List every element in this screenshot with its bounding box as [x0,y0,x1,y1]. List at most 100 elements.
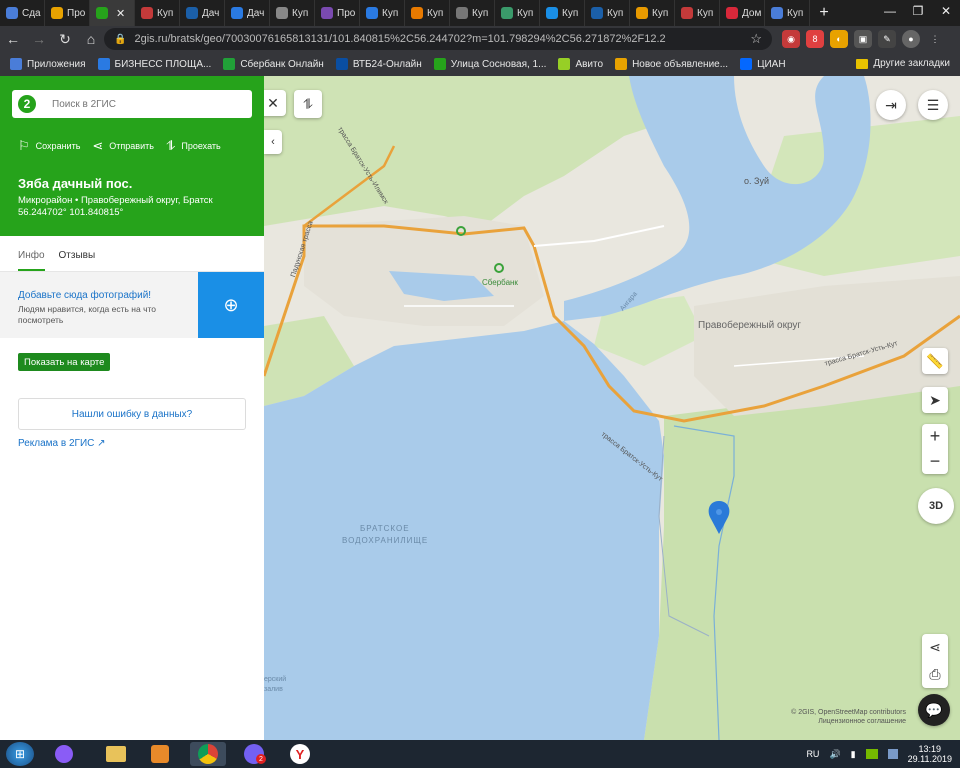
send-button[interactable]: ⋖ Отправить [92,138,154,154]
nvidia-icon[interactable] [865,749,878,759]
browser-tab[interactable]: ✕ [90,0,135,26]
search-input[interactable] [52,98,222,110]
license-link[interactable]: Лицензионное соглашение [791,717,906,726]
back-button[interactable]: ← [0,26,26,52]
bookmark-item[interactable]: Новое объявление... [615,58,728,70]
show-on-map-button[interactable]: Показать на карте [18,353,111,371]
my-location-button[interactable]: ➤ [922,387,948,413]
map-view[interactable]: о. Зуй Правобережный округ Сбербанк БРАТ… [264,76,960,740]
search-box[interactable]: 2 [12,90,252,118]
browser-tab[interactable]: Дом [720,0,765,26]
chat-button[interactable]: 💬 [918,694,950,726]
extension-icon[interactable]: ▣ [854,30,872,48]
bookmark-item[interactable]: Приложения [10,58,86,70]
browser-tab[interactable]: Куп [450,0,495,26]
browser-tab[interactable]: Куп [270,0,315,26]
close-tab-icon[interactable]: ✕ [116,7,125,20]
bookmark-star-icon[interactable]: ☆ [750,31,762,47]
share-icon[interactable]: ⋖ [929,634,941,661]
advertising-link[interactable]: Реклама в 2ГИС ↗ [18,438,106,449]
report-error-button[interactable]: Нашли ошибку в данных? [18,398,246,430]
bookmark-item[interactable]: Авито [558,58,603,70]
browser-tab[interactable]: Куп [585,0,630,26]
bookmark-item[interactable]: БИЗНЕСС ПЛОЩА... [97,58,211,70]
browser-tab[interactable]: Про [315,0,360,26]
browser-tab[interactable]: Куп [135,0,180,26]
alice-assistant-icon[interactable] [46,742,82,766]
browser-tab[interactable]: Куп [405,0,450,26]
3d-toggle-button[interactable]: 3D [918,488,954,524]
chrome-icon[interactable] [190,742,226,766]
extension-icon[interactable]: ◉ [782,30,800,48]
language-indicator[interactable]: RU [806,749,819,759]
reload-button[interactable]: ↻ [52,26,78,52]
2gis-logo[interactable]: 2 [18,95,36,113]
zoom-in-button[interactable]: + [930,424,941,449]
close-window-button[interactable]: ✕ [932,0,960,22]
browser-tab[interactable]: Куп [540,0,585,26]
add-photo-link[interactable]: Добавьте сюда фотографий! [18,290,151,301]
route-mode-button[interactable]: ⥮ [294,90,322,118]
ruler-button[interactable]: 📏 [922,348,948,374]
close-panel-button[interactable]: ✕ [264,90,286,116]
address-bar[interactable]: 🔒 2gis.ru/bratsk/geo/70030076165813131/1… [104,28,772,50]
route-button[interactable]: ⥮ Проехать [166,138,221,154]
bookmark-item[interactable]: ЦИАН [740,58,786,70]
tab-label: Куп [292,7,309,19]
new-tab-button[interactable]: + [810,0,838,26]
print-icon[interactable]: ⎙ [929,661,940,688]
forward-button[interactable]: → [26,26,52,52]
home-button[interactable]: ⌂ [78,26,104,52]
clock[interactable]: 13:19 29.11.2019 [908,744,952,764]
main-menu-button[interactable]: ☰ [918,90,948,120]
tab-info[interactable]: Инфо [18,250,45,271]
favicon-icon [546,7,558,19]
extension-icon[interactable]: ◐ [830,30,848,48]
login-button[interactable]: ⇥ [876,90,906,120]
favicon-icon [366,7,378,19]
browser-tab[interactable]: Куп [675,0,720,26]
route-icon: ⥮ [165,138,176,153]
favicon-icon [411,7,423,19]
place-panel: 2 ⚐ Сохранить ⋖ Отправить ⥮ Проехать Зяб… [0,76,264,740]
tray-icon[interactable] [887,749,898,759]
tab-label: Дом [742,7,762,19]
bookmark-item[interactable]: ВТБ24-Онлайн [335,58,422,70]
browser-tab[interactable]: Про [45,0,90,26]
collapse-panel-button[interactable]: ‹ [264,130,282,154]
yandex-browser-icon[interactable]: Y [282,742,318,766]
minimize-button[interactable]: — [876,0,904,22]
zoom-out-button[interactable]: − [930,449,941,474]
restore-button[interactable]: ❐ [904,0,932,22]
browser-tab[interactable]: Куп [765,0,810,26]
bookmark-item[interactable]: Сбербанк Онлайн [223,58,324,70]
map-label-district: Правобережный округ [698,320,802,331]
file-explorer-icon[interactable] [98,742,134,766]
media-player-icon[interactable] [142,742,178,766]
tab-list: Сда Про ✕ Куп Дач Дач Куп Про Куп Куп Куп Куп Куп Куп… [0,0,810,26]
start-button[interactable]: ⊞ [6,742,34,766]
browser-tab[interactable]: Дач [180,0,225,26]
network-icon[interactable]: ▮ [851,749,856,760]
extension-icon[interactable]: 8 [806,30,824,48]
browser-tab[interactable]: Куп [630,0,675,26]
other-bookmarks[interactable]: Другие закладки [856,58,950,69]
bookmark-label: Приложения [27,58,86,70]
viber-icon[interactable]: 2 [236,742,272,766]
browser-tab[interactable]: Сда [0,0,45,26]
save-button[interactable]: ⚐ Сохранить [18,138,80,154]
browser-tab[interactable]: Дач [225,0,270,26]
profile-avatar[interactable]: ● [902,30,920,48]
zoom-controls: + − [922,424,948,474]
browser-tab[interactable]: Куп [360,0,405,26]
tab-label: Про [337,7,356,19]
bookmark-item[interactable]: Улица Сосновая, 1... [433,58,546,70]
add-photo-button[interactable]: ⊕ [198,272,264,338]
tab-reviews[interactable]: Отзывы [59,250,96,271]
menu-dots-icon[interactable]: ⋮ [926,30,944,48]
tab-label: Куп [472,7,489,19]
browser-tab[interactable]: Куп [495,0,540,26]
volume-icon[interactable]: 🔊 [829,749,840,760]
extension-icon[interactable]: ✎ [878,30,896,48]
viber-badge: 2 [256,754,266,764]
